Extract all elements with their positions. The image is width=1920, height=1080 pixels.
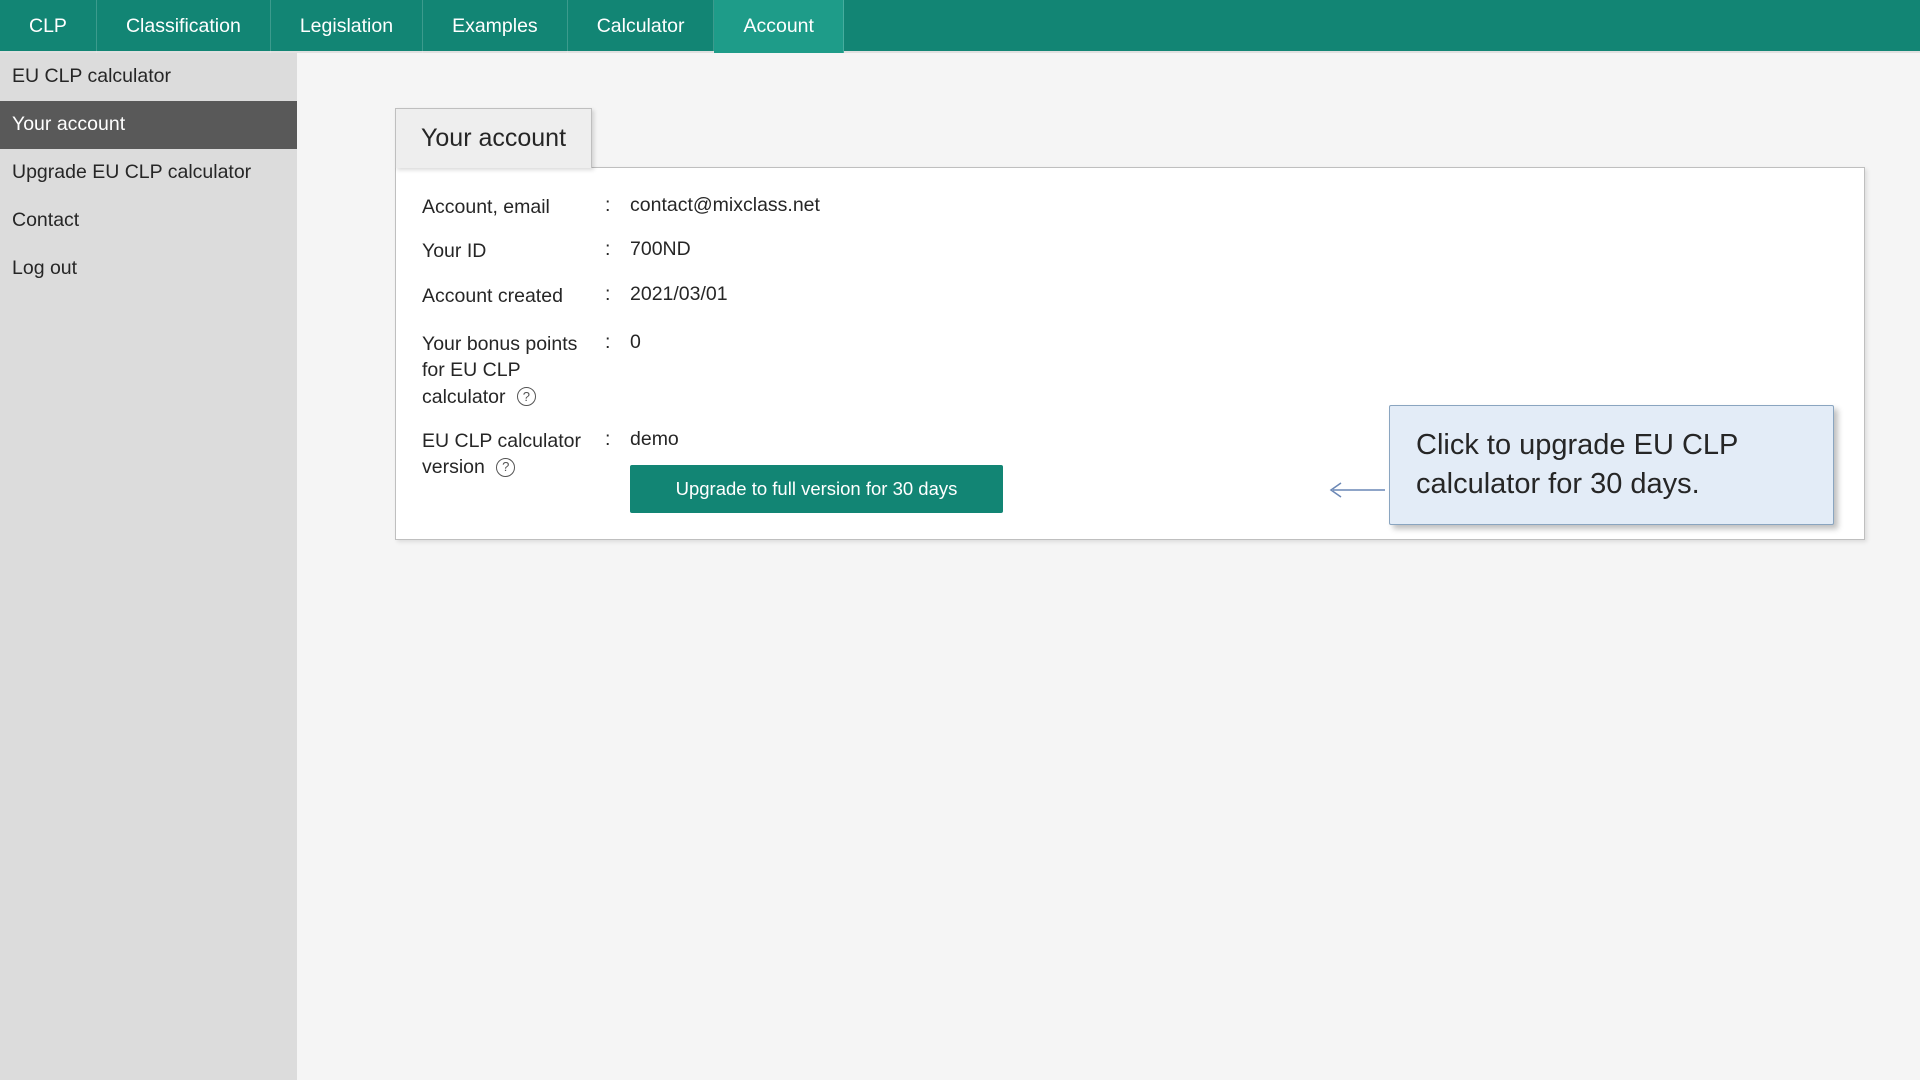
bonus-label-text: Your bonus points for EU CLP calculator <box>422 333 577 408</box>
sidebar-item-logout[interactable]: Log out <box>0 245 297 293</box>
created-value: 2021/03/01 <box>630 283 1838 306</box>
upgrade-callout: Click to upgrade EU CLP calculator for 3… <box>1389 405 1834 525</box>
help-icon[interactable]: ? <box>517 387 536 406</box>
sidebar-item-account[interactable]: Your account <box>0 101 297 149</box>
page-title: Your account <box>395 108 592 168</box>
colon: : <box>605 194 630 217</box>
bonus-value: 0 <box>630 331 1838 354</box>
main-content: Your account Account, email : contact@mi… <box>297 53 1920 1080</box>
sidebar-item-upgrade[interactable]: Upgrade EU CLP calculator <box>0 149 297 197</box>
nav-account[interactable]: Account <box>714 0 843 53</box>
callout-text: Click to upgrade EU CLP calculator for 3… <box>1416 426 1807 504</box>
colon: : <box>605 283 630 306</box>
bonus-label: Your bonus points for EU CLP calculator … <box>422 331 605 410</box>
nav-classification[interactable]: Classification <box>97 0 271 53</box>
sidebar-item-calculator[interactable]: EU CLP calculator <box>0 53 297 101</box>
sidebar: EU CLP calculator Your account Upgrade E… <box>0 53 297 1080</box>
top-nav: CLP Classification Legislation Examples … <box>0 0 1920 53</box>
account-id-row: Your ID : 700ND <box>422 238 1838 264</box>
colon: : <box>605 331 630 354</box>
bonus-points-row: Your bonus points for EU CLP calculator … <box>422 331 1838 410</box>
version-label: EU CLP calculator version ? <box>422 428 605 481</box>
email-value: contact@mixclass.net <box>630 194 1838 217</box>
account-created-row: Account created : 2021/03/01 <box>422 283 1838 309</box>
nav-examples[interactable]: Examples <box>423 0 568 53</box>
id-label: Your ID <box>422 238 605 264</box>
nav-legislation[interactable]: Legislation <box>271 0 423 53</box>
colon: : <box>605 238 630 261</box>
sidebar-item-contact[interactable]: Contact <box>0 197 297 245</box>
created-label: Account created <box>422 283 605 309</box>
callout-arrow-icon <box>1323 480 1385 505</box>
nav-calculator[interactable]: Calculator <box>568 0 715 53</box>
id-value: 700ND <box>630 238 1838 261</box>
account-email-row: Account, email : contact@mixclass.net <box>422 194 1838 220</box>
upgrade-button[interactable]: Upgrade to full version for 30 days <box>630 465 1003 513</box>
help-icon[interactable]: ? <box>496 458 515 477</box>
nav-clp[interactable]: CLP <box>0 0 97 53</box>
email-label: Account, email <box>422 194 605 220</box>
colon: : <box>605 428 630 451</box>
